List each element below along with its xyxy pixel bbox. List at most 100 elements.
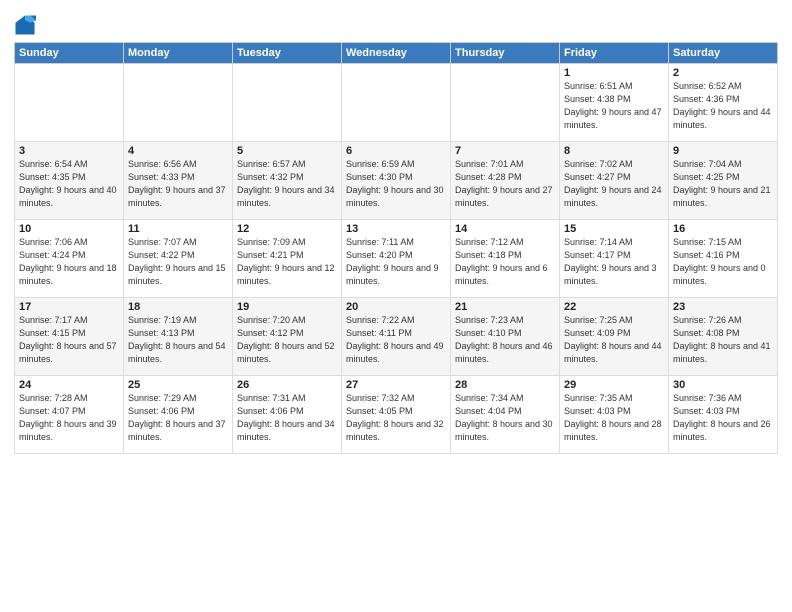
day-number: 2 [673, 67, 773, 79]
day-info: Sunrise: 7:06 AM Sunset: 4:24 PM Dayligh… [19, 236, 119, 288]
day-cell: 28Sunrise: 7:34 AM Sunset: 4:04 PM Dayli… [451, 376, 560, 454]
day-number: 21 [455, 301, 555, 313]
day-number: 1 [564, 67, 664, 79]
day-cell: 7Sunrise: 7:01 AM Sunset: 4:28 PM Daylig… [451, 142, 560, 220]
day-info: Sunrise: 7:01 AM Sunset: 4:28 PM Dayligh… [455, 158, 555, 210]
day-info: Sunrise: 7:22 AM Sunset: 4:11 PM Dayligh… [346, 314, 446, 366]
day-info: Sunrise: 7:23 AM Sunset: 4:10 PM Dayligh… [455, 314, 555, 366]
col-header-tuesday: Tuesday [233, 43, 342, 64]
day-cell: 23Sunrise: 7:26 AM Sunset: 4:08 PM Dayli… [669, 298, 778, 376]
day-cell: 11Sunrise: 7:07 AM Sunset: 4:22 PM Dayli… [124, 220, 233, 298]
day-number: 26 [237, 379, 337, 391]
day-cell: 13Sunrise: 7:11 AM Sunset: 4:20 PM Dayli… [342, 220, 451, 298]
day-info: Sunrise: 7:04 AM Sunset: 4:25 PM Dayligh… [673, 158, 773, 210]
day-number: 5 [237, 145, 337, 157]
day-info: Sunrise: 7:19 AM Sunset: 4:13 PM Dayligh… [128, 314, 228, 366]
day-cell: 20Sunrise: 7:22 AM Sunset: 4:11 PM Dayli… [342, 298, 451, 376]
page: SundayMondayTuesdayWednesdayThursdayFrid… [0, 0, 792, 612]
day-number: 28 [455, 379, 555, 391]
week-row-0: 1Sunrise: 6:51 AM Sunset: 4:38 PM Daylig… [15, 64, 778, 142]
day-info: Sunrise: 7:34 AM Sunset: 4:04 PM Dayligh… [455, 392, 555, 444]
day-number: 27 [346, 379, 446, 391]
day-number: 15 [564, 223, 664, 235]
col-header-wednesday: Wednesday [342, 43, 451, 64]
day-cell: 25Sunrise: 7:29 AM Sunset: 4:06 PM Dayli… [124, 376, 233, 454]
day-info: Sunrise: 7:17 AM Sunset: 4:15 PM Dayligh… [19, 314, 119, 366]
day-info: Sunrise: 6:57 AM Sunset: 4:32 PM Dayligh… [237, 158, 337, 210]
col-header-monday: Monday [124, 43, 233, 64]
day-number: 9 [673, 145, 773, 157]
day-cell: 21Sunrise: 7:23 AM Sunset: 4:10 PM Dayli… [451, 298, 560, 376]
day-info: Sunrise: 6:52 AM Sunset: 4:36 PM Dayligh… [673, 80, 773, 132]
header [14, 10, 778, 36]
day-info: Sunrise: 7:14 AM Sunset: 4:17 PM Dayligh… [564, 236, 664, 288]
day-cell: 6Sunrise: 6:59 AM Sunset: 4:30 PM Daylig… [342, 142, 451, 220]
day-info: Sunrise: 7:15 AM Sunset: 4:16 PM Dayligh… [673, 236, 773, 288]
header-row: SundayMondayTuesdayWednesdayThursdayFrid… [15, 43, 778, 64]
day-info: Sunrise: 7:28 AM Sunset: 4:07 PM Dayligh… [19, 392, 119, 444]
day-cell [233, 64, 342, 142]
day-info: Sunrise: 7:07 AM Sunset: 4:22 PM Dayligh… [128, 236, 228, 288]
day-number: 6 [346, 145, 446, 157]
day-info: Sunrise: 7:31 AM Sunset: 4:06 PM Dayligh… [237, 392, 337, 444]
day-info: Sunrise: 7:02 AM Sunset: 4:27 PM Dayligh… [564, 158, 664, 210]
day-number: 30 [673, 379, 773, 391]
day-number: 14 [455, 223, 555, 235]
day-cell: 14Sunrise: 7:12 AM Sunset: 4:18 PM Dayli… [451, 220, 560, 298]
day-number: 25 [128, 379, 228, 391]
week-row-1: 3Sunrise: 6:54 AM Sunset: 4:35 PM Daylig… [15, 142, 778, 220]
day-cell: 26Sunrise: 7:31 AM Sunset: 4:06 PM Dayli… [233, 376, 342, 454]
day-info: Sunrise: 7:35 AM Sunset: 4:03 PM Dayligh… [564, 392, 664, 444]
col-header-saturday: Saturday [669, 43, 778, 64]
calendar-table: SundayMondayTuesdayWednesdayThursdayFrid… [14, 42, 778, 454]
day-info: Sunrise: 7:26 AM Sunset: 4:08 PM Dayligh… [673, 314, 773, 366]
day-cell: 19Sunrise: 7:20 AM Sunset: 4:12 PM Dayli… [233, 298, 342, 376]
day-cell: 1Sunrise: 6:51 AM Sunset: 4:38 PM Daylig… [560, 64, 669, 142]
day-info: Sunrise: 7:12 AM Sunset: 4:18 PM Dayligh… [455, 236, 555, 288]
day-number: 3 [19, 145, 119, 157]
day-number: 4 [128, 145, 228, 157]
logo [14, 14, 40, 36]
day-cell: 2Sunrise: 6:52 AM Sunset: 4:36 PM Daylig… [669, 64, 778, 142]
day-number: 17 [19, 301, 119, 313]
day-info: Sunrise: 6:54 AM Sunset: 4:35 PM Dayligh… [19, 158, 119, 210]
col-header-sunday: Sunday [15, 43, 124, 64]
day-number: 7 [455, 145, 555, 157]
day-cell: 15Sunrise: 7:14 AM Sunset: 4:17 PM Dayli… [560, 220, 669, 298]
day-number: 19 [237, 301, 337, 313]
day-cell: 9Sunrise: 7:04 AM Sunset: 4:25 PM Daylig… [669, 142, 778, 220]
day-cell [342, 64, 451, 142]
day-info: Sunrise: 7:20 AM Sunset: 4:12 PM Dayligh… [237, 314, 337, 366]
day-number: 18 [128, 301, 228, 313]
day-number: 24 [19, 379, 119, 391]
day-cell: 4Sunrise: 6:56 AM Sunset: 4:33 PM Daylig… [124, 142, 233, 220]
day-cell: 5Sunrise: 6:57 AM Sunset: 4:32 PM Daylig… [233, 142, 342, 220]
day-cell: 17Sunrise: 7:17 AM Sunset: 4:15 PM Dayli… [15, 298, 124, 376]
day-info: Sunrise: 6:56 AM Sunset: 4:33 PM Dayligh… [128, 158, 228, 210]
day-cell: 18Sunrise: 7:19 AM Sunset: 4:13 PM Dayli… [124, 298, 233, 376]
day-info: Sunrise: 6:59 AM Sunset: 4:30 PM Dayligh… [346, 158, 446, 210]
day-number: 22 [564, 301, 664, 313]
day-cell [15, 64, 124, 142]
col-header-friday: Friday [560, 43, 669, 64]
day-info: Sunrise: 7:29 AM Sunset: 4:06 PM Dayligh… [128, 392, 228, 444]
day-cell: 12Sunrise: 7:09 AM Sunset: 4:21 PM Dayli… [233, 220, 342, 298]
day-number: 23 [673, 301, 773, 313]
day-info: Sunrise: 7:32 AM Sunset: 4:05 PM Dayligh… [346, 392, 446, 444]
day-number: 16 [673, 223, 773, 235]
day-number: 13 [346, 223, 446, 235]
week-row-4: 24Sunrise: 7:28 AM Sunset: 4:07 PM Dayli… [15, 376, 778, 454]
day-info: Sunrise: 7:09 AM Sunset: 4:21 PM Dayligh… [237, 236, 337, 288]
day-number: 11 [128, 223, 228, 235]
day-number: 8 [564, 145, 664, 157]
logo-icon [14, 14, 36, 36]
day-info: Sunrise: 7:25 AM Sunset: 4:09 PM Dayligh… [564, 314, 664, 366]
day-cell: 29Sunrise: 7:35 AM Sunset: 4:03 PM Dayli… [560, 376, 669, 454]
day-cell: 24Sunrise: 7:28 AM Sunset: 4:07 PM Dayli… [15, 376, 124, 454]
day-cell: 27Sunrise: 7:32 AM Sunset: 4:05 PM Dayli… [342, 376, 451, 454]
day-info: Sunrise: 7:36 AM Sunset: 4:03 PM Dayligh… [673, 392, 773, 444]
week-row-3: 17Sunrise: 7:17 AM Sunset: 4:15 PM Dayli… [15, 298, 778, 376]
day-cell: 10Sunrise: 7:06 AM Sunset: 4:24 PM Dayli… [15, 220, 124, 298]
day-number: 29 [564, 379, 664, 391]
day-info: Sunrise: 6:51 AM Sunset: 4:38 PM Dayligh… [564, 80, 664, 132]
